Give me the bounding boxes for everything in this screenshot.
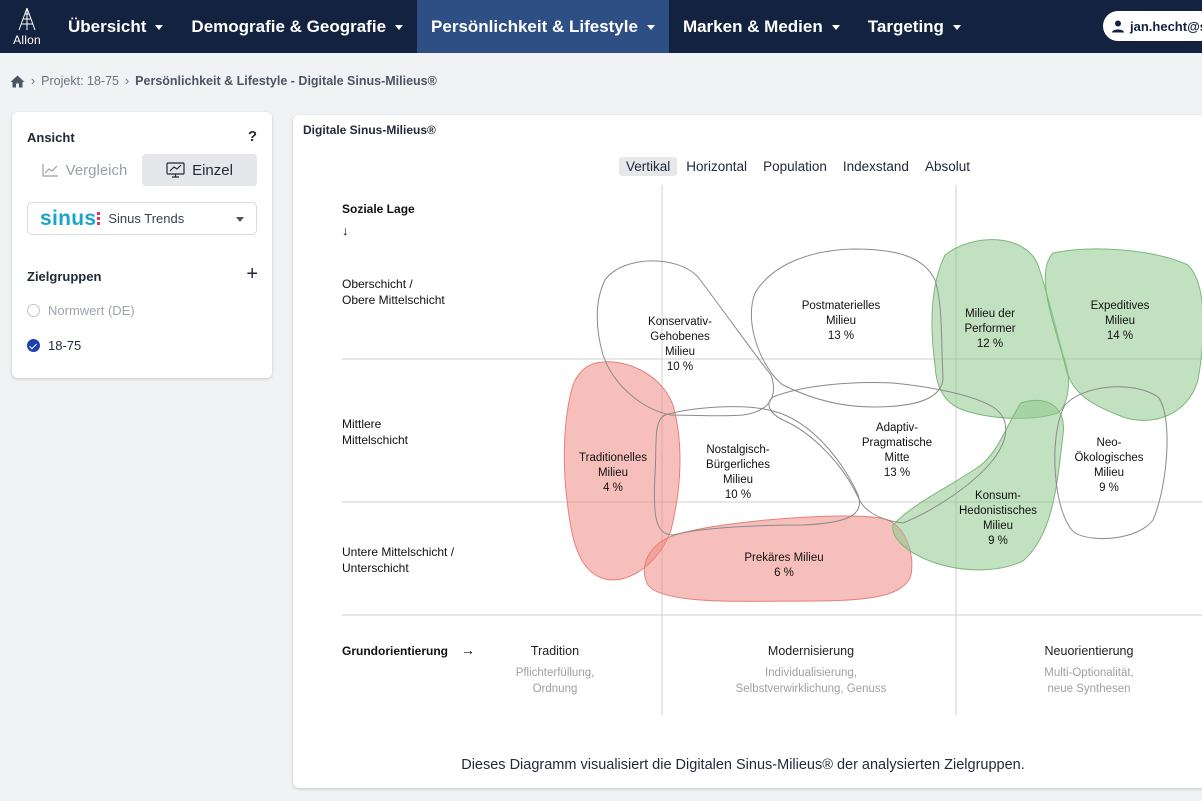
tab-indexstand[interactable]: Indexstand: [836, 157, 916, 176]
caret-down-icon: [831, 25, 840, 30]
view-option-label: Vergleich: [65, 161, 128, 179]
chart-title: Digitale Sinus-Milieus®: [303, 123, 436, 137]
tab-absolut[interactable]: Absolut: [918, 157, 977, 176]
group-label: 18-75: [48, 338, 82, 353]
view-einzel-button[interactable]: Einzel: [142, 154, 257, 186]
tab-vertikal[interactable]: Vertikal: [619, 157, 678, 176]
app-logo[interactable]: Allon: [0, 0, 54, 53]
y-axis-arrow-icon: ↓: [342, 223, 349, 238]
tab-horizontal[interactable]: Horizontal: [679, 157, 754, 176]
sinus-logo-dots: [97, 211, 101, 226]
logo-text: Allon: [13, 33, 41, 47]
nav-targeting[interactable]: Targeting: [854, 0, 975, 53]
milieu-label: Neo-Ökologisches Milieu 9 %: [1074, 437, 1143, 494]
x-column-label: Neuorientierung: [1045, 644, 1134, 658]
nav-label: Persönlichkeit & Lifestyle: [431, 16, 638, 36]
user-email: jan.hecht@s: [1130, 18, 1202, 34]
x-column-label: Tradition: [531, 644, 579, 658]
group-label: Normwert (DE): [48, 303, 135, 318]
nav-label: Übersicht: [68, 16, 147, 36]
caret-down-icon: [395, 25, 404, 30]
x-column-sub: neue Synthesen: [1047, 683, 1130, 695]
caret-down-icon: [646, 25, 655, 30]
breadcrumb-current: Persönlichkeit & Lifestyle - Digitale Si…: [135, 74, 437, 88]
y-axis-title: Soziale Lage: [342, 202, 415, 216]
x-column-sub: Multi-Optionalität,: [1044, 667, 1133, 679]
milieu-shape-konsum-hedonistisches: [892, 399, 1064, 571]
milieu-label: Adaptiv-Pragmatische Mitte 13 %: [862, 422, 932, 479]
nav-persoenlichkeit[interactable]: Persönlichkeit & Lifestyle: [417, 0, 669, 53]
x-column-sub: Selbstverwirklichung, Genuss: [736, 683, 887, 695]
caret-down-icon: [155, 25, 164, 30]
help-icon[interactable]: ?: [248, 128, 257, 145]
source-select-value: Sinus Trends: [108, 211, 185, 226]
y-level-label: Oberschicht / Obere Mittelschicht: [342, 277, 445, 307]
nav-demografie[interactable]: Demografie & Geografie: [177, 0, 417, 53]
sinus-logo: sinus: [40, 207, 97, 230]
chart-caption: Dieses Diagramm visualisiert die Digital…: [461, 757, 1025, 773]
x-axis-arrow-icon: →: [461, 642, 475, 658]
chart-card: Soziale Lage ↓ Oberschicht / Obere Mittel…: [293, 115, 1202, 788]
add-group-icon[interactable]: +: [246, 263, 258, 286]
x-column-sub: Ordnung: [533, 683, 578, 695]
tab-population[interactable]: Population: [756, 157, 834, 176]
line-chart-icon: [42, 164, 58, 177]
x-column-sub: Pflichterfüllung,: [516, 667, 595, 679]
view-vergleich-button[interactable]: Vergleich: [27, 154, 142, 186]
x-column-sub: Individualisierung,: [765, 667, 857, 679]
group-18-75-radio[interactable]: 18-75: [27, 338, 81, 353]
top-navigation: Allon Übersicht Demografie & Geografie P…: [0, 0, 1202, 53]
source-select[interactable]: sinus Sinus Trends: [27, 202, 257, 235]
y-level-label: Mittlere Mittelschicht: [342, 417, 409, 447]
logo-icon: [18, 7, 36, 31]
group-normwert-radio[interactable]: Normwert (DE): [27, 303, 135, 318]
nav-label: Demografie & Geografie: [191, 16, 387, 36]
user-icon: [1111, 19, 1125, 33]
view-option-label: Einzel: [192, 161, 233, 179]
milieu-label: Konservativ-Gehobenes Milieu 10 %: [648, 316, 712, 373]
sinus-milieus-diagram: Soziale Lage ↓ Oberschicht / Obere Mittel…: [342, 185, 1202, 715]
milieu-label: Postmaterielles Milieu 13 %: [802, 300, 881, 342]
x-column-label: Modernisierung: [768, 644, 854, 658]
x-axis-title: Grundorientierung: [342, 644, 448, 658]
nav-uebersicht[interactable]: Übersicht: [54, 0, 177, 53]
caret-down-icon: [952, 25, 961, 30]
view-panel: Ansicht ? Vergleich Einzel sinus Sinus T…: [12, 112, 272, 378]
panel-title: Ansicht: [27, 130, 75, 145]
user-menu[interactable]: jan.hecht@s: [1103, 11, 1202, 41]
nav-marken-medien[interactable]: Marken & Medien: [669, 0, 854, 53]
milieu-label: Nostalgisch-Bürgerliches Milieu 10 %: [706, 444, 770, 501]
breadcrumb-separator-icon: ›: [125, 74, 130, 88]
breadcrumb-separator-icon: ›: [31, 74, 36, 88]
breadcrumb: › Projekt: 18-75 › Persönlichkeit & Life…: [10, 74, 437, 88]
chevron-down-icon: [236, 217, 244, 222]
nav-label: Marken & Medien: [682, 16, 823, 36]
home-icon[interactable]: [10, 75, 25, 88]
nav-label: Targeting: [867, 16, 944, 36]
chart-view-tabs: Vertikal Horizontal Population Indexstan…: [619, 157, 979, 176]
radio-icon: [27, 304, 40, 317]
view-toggle: Vergleich Einzel: [27, 154, 257, 186]
presentation-chart-icon: [166, 162, 185, 178]
y-level-label: Untere Mittelschicht / Unterschicht: [342, 545, 455, 575]
groups-title: Zielgruppen: [27, 269, 102, 284]
radio-checked-icon: [27, 339, 40, 352]
breadcrumb-project[interactable]: Projekt: 18-75: [41, 74, 119, 88]
